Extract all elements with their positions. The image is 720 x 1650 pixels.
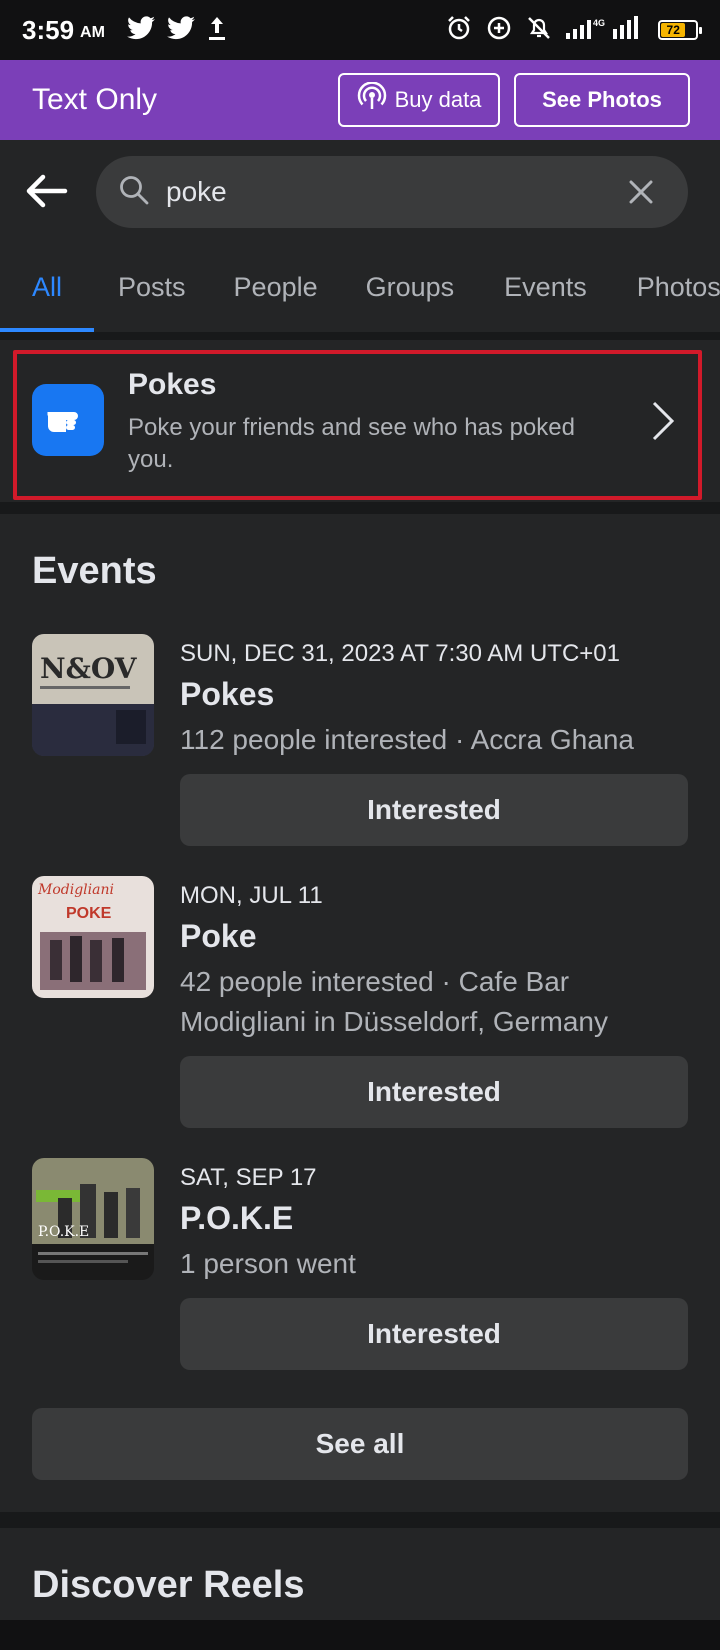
tab-all[interactable]: All: [0, 242, 95, 332]
notification-icons: [126, 15, 227, 46]
event-date: MON, JUL 11: [180, 882, 323, 909]
pokes-title: Pokes: [128, 368, 217, 401]
upload-icon: [207, 15, 227, 46]
alarm-icon: [446, 15, 472, 46]
reels-section-title: Discover Reels: [32, 1564, 305, 1606]
bottom-edge: [0, 1620, 720, 1650]
event-name: P.O.K.E: [180, 1200, 294, 1236]
see-all-events-button[interactable]: See all: [32, 1408, 688, 1480]
battery-level: 72: [661, 23, 686, 37]
status-time: 3:59: [22, 14, 75, 45]
event-name: Poke: [180, 918, 257, 954]
twitter-icon: [126, 15, 155, 45]
event-meta: 112 people interested · Accra Ghana: [180, 724, 635, 755]
interested-button[interactable]: Interested: [180, 1298, 688, 1370]
search-query: poke: [166, 176, 227, 207]
signal-icon: 4G: [566, 15, 644, 46]
search-filter-tabs: All Posts People Groups Events Photos: [0, 242, 720, 332]
back-button[interactable]: [22, 166, 72, 216]
tab-photos[interactable]: Photos: [637, 242, 720, 332]
events-section-title: Events: [32, 550, 157, 592]
broadcast-icon: [357, 81, 387, 118]
pokes-shortcut[interactable]: Pokes Poke your friends and see who has …: [0, 340, 720, 502]
svg-text:POKE: POKE: [66, 905, 112, 922]
reels-section: Discover Reels: [0, 1528, 720, 1620]
mute-icon: [526, 15, 552, 46]
event-date: SUN, DEC 31, 2023 AT 7:30 AM UTC+01: [180, 640, 620, 667]
event-thumbnail: N&OV: [32, 634, 154, 756]
tab-groups[interactable]: Groups: [366, 242, 455, 332]
network-type: 4G: [593, 18, 605, 28]
system-icons: 4G 72: [446, 15, 702, 46]
see-photos-button[interactable]: See Photos: [514, 73, 690, 127]
event-thumbnail: P.O.K.E: [32, 1158, 154, 1280]
event-date: SAT, SEP 17: [180, 1164, 317, 1191]
event-meta: 42 people interested · Cafe Bar Modiglia…: [180, 966, 608, 1037]
interested-button[interactable]: Interested: [180, 774, 688, 846]
status-ampm: AM: [80, 24, 105, 41]
svg-text:P.O.K.E: P.O.K.E: [38, 1224, 89, 1240]
data-saver-icon: [486, 15, 512, 46]
event-meta: 1 person went: [180, 1248, 356, 1279]
poke-hand-icon: [32, 384, 104, 456]
tab-posts[interactable]: Posts: [118, 242, 186, 332]
svg-text:Modigliani: Modigliani: [37, 882, 114, 898]
clear-search-button[interactable]: [624, 175, 658, 209]
twitter-icon: [166, 15, 195, 45]
chevron-right-icon: [650, 400, 676, 447]
interested-button[interactable]: Interested: [180, 1056, 688, 1128]
events-section: Events N&OV SUN, DEC 31, 2023 AT 7:30 AM…: [0, 514, 720, 1512]
battery-icon: 72: [658, 20, 702, 40]
buy-data-label: Buy data: [394, 87, 482, 112]
pokes-description: Poke your friends and see who has poked …: [128, 414, 575, 473]
buy-data-button[interactable]: Buy data: [338, 73, 500, 127]
close-icon: [629, 180, 653, 204]
text-only-title: Text Only: [32, 83, 158, 116]
svg-text:N&OV: N&OV: [40, 652, 138, 685]
search-icon: [118, 174, 150, 211]
tab-people[interactable]: People: [234, 242, 318, 332]
back-arrow-icon: [26, 174, 68, 208]
text-only-banner: Text Only Buy data See Photos: [0, 60, 720, 140]
event-thumbnail: Modigliani POKE: [32, 876, 154, 998]
tab-events[interactable]: Events: [504, 242, 587, 332]
event-name: Pokes: [180, 676, 275, 712]
status-bar: 3:59 AM 4G 72: [0, 0, 720, 60]
search-input[interactable]: poke: [96, 156, 688, 228]
search-header: poke: [0, 140, 720, 242]
